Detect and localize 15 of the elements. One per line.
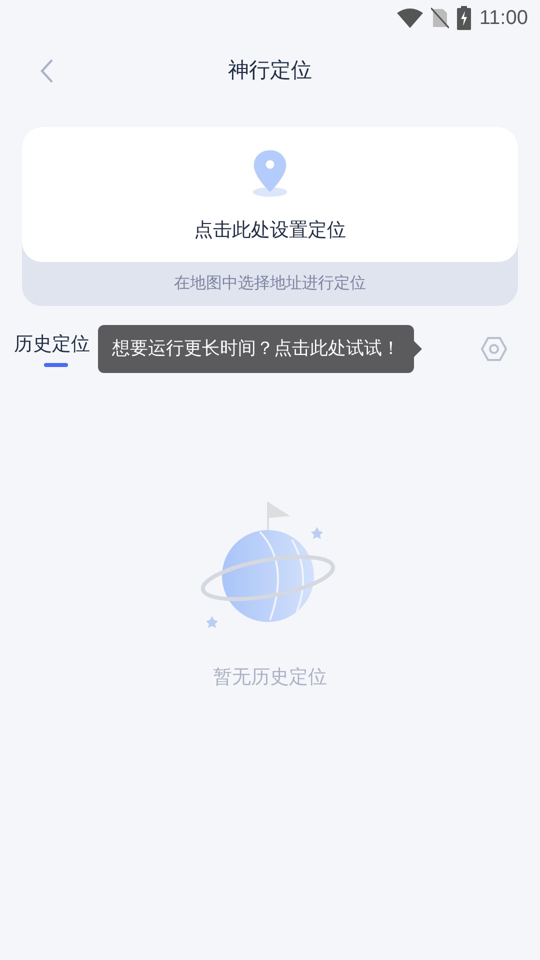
tooltip[interactable]: 想要运行更长时间？点击此处试试！ xyxy=(98,325,414,373)
set-location-label: 点击此处设置定位 xyxy=(194,218,346,243)
battery-charging-icon xyxy=(457,6,472,30)
settings-icon[interactable] xyxy=(480,335,508,363)
page-title: 神行定位 xyxy=(228,57,312,84)
location-pin-icon xyxy=(251,147,289,199)
back-icon xyxy=(40,58,54,84)
no-sim-icon xyxy=(431,7,450,29)
map-hint: 在地图中选择地址进行定位 xyxy=(173,272,367,294)
empty-message: 暂无历史定位 xyxy=(213,665,327,690)
tooltip-pointer-icon xyxy=(414,341,422,357)
location-card[interactable]: 点击此处设置定位 在地图中选择地址进行定位 xyxy=(22,127,518,306)
wifi-icon xyxy=(397,8,424,28)
tab[interactable]: 历史定位 xyxy=(14,331,90,367)
status-time: 11:00 xyxy=(479,6,528,30)
